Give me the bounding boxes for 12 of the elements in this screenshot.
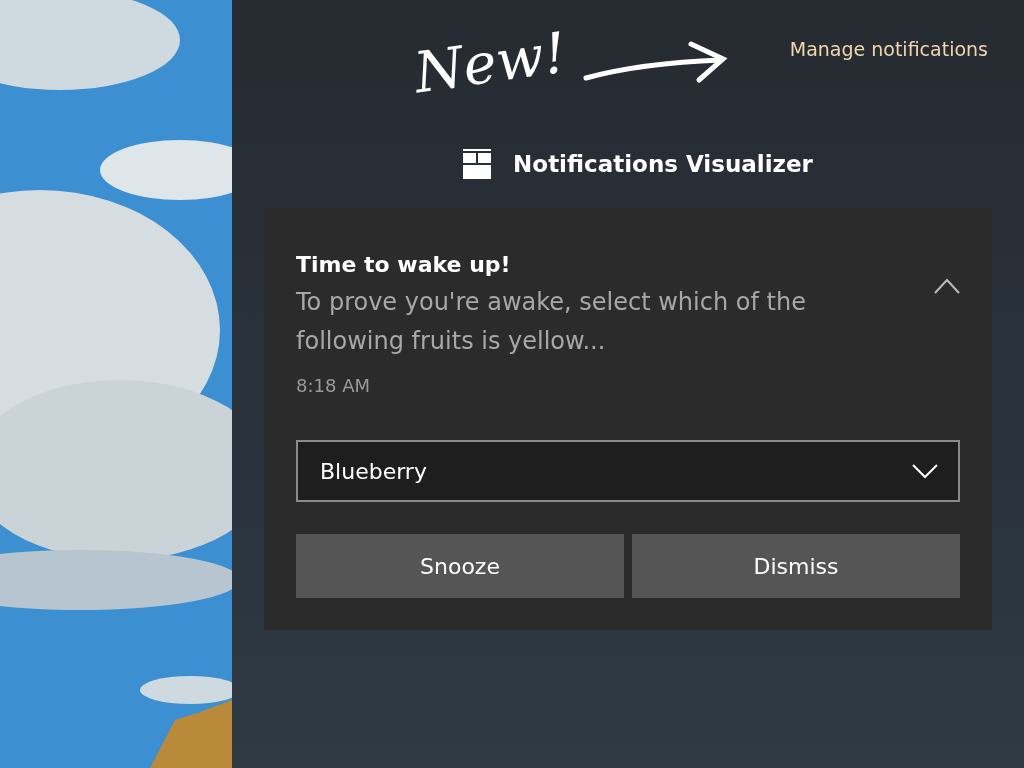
- fruit-dropdown[interactable]: Blueberry: [296, 440, 960, 502]
- notification-time: 8:18 AM: [296, 375, 371, 396]
- action-button[interactable]: Snooze: [296, 534, 624, 598]
- notification-body: To prove you're awake, select which of the following fruits is yellow...: [296, 287, 807, 357]
- notification-title: Time to wake up!: [296, 252, 512, 277]
- app-icon: [463, 149, 492, 179]
- chevron-down-icon: [912, 463, 938, 479]
- app-name: Notifications Visualizer: [513, 151, 813, 177]
- manage-notifications-link[interactable]: Manage notifications: [789, 38, 988, 60]
- collapse-icon[interactable]: [934, 278, 960, 294]
- action-button[interactable]: Dismiss: [632, 534, 960, 598]
- handwritten-note: New!: [410, 19, 571, 106]
